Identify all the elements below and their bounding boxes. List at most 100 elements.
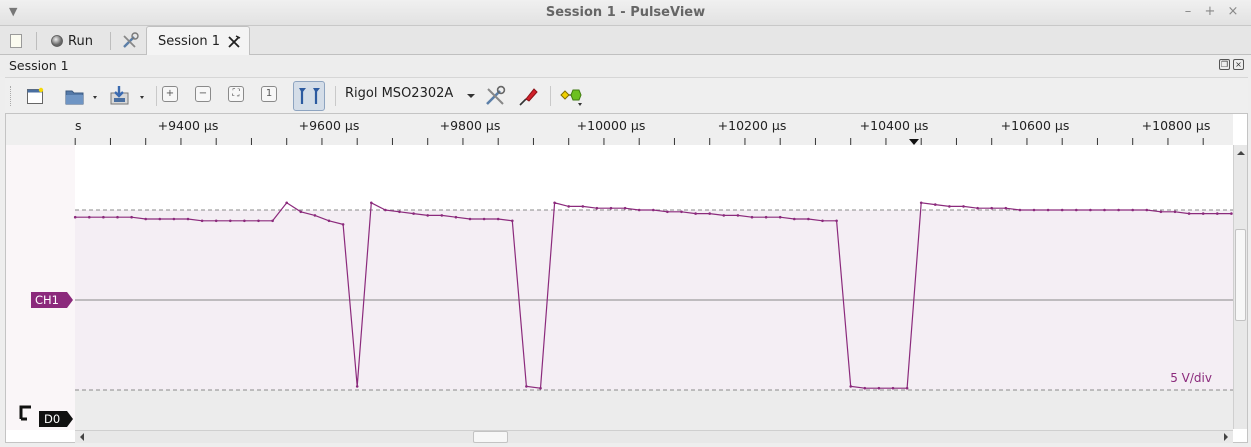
zoom-one-to-one-button[interactable]: 1 [261,86,277,102]
cursor-icon [299,88,320,104]
ch1-sample-point [962,205,965,208]
ch1-sample-point [722,214,726,217]
ch1-sample-point [1018,208,1022,212]
window-titlebar: ▼ Session 1 - PulseView – + × [0,0,1251,26]
ch1-sample-point [807,217,810,221]
ch1-channel-tag[interactable]: CH1 [31,292,73,308]
toolbar-grip [10,86,12,106]
zoom-out-button[interactable]: − [195,86,211,102]
ch1-sample-point [849,385,852,388]
session-tab-label: Session 1 [158,34,221,49]
save-icon [110,86,144,105]
ch1-sample-point [1089,208,1092,212]
d0-channel-tag[interactable]: D0 [19,405,73,427]
decoder-icon [560,89,582,106]
scroll-right-icon[interactable] [1220,431,1232,443]
ch1-sample-point [384,208,387,212]
trace-view: s +9400 µs +9600 µs +9800 µs +10000 µs +… [5,113,1248,443]
device-config-button[interactable] [483,82,507,110]
ch1-sample-point [341,223,345,226]
ch1-sample-point [454,215,458,219]
horizontal-scroll-thumb[interactable] [473,431,508,443]
session-toolbar: + − ⛶ 1 [5,77,1248,113]
probe-icon [519,88,538,106]
ch1-sample-point [511,219,514,223]
zoom-in-icon: + [165,88,175,99]
ch1-sample-point [652,208,655,212]
ch1-sample-point [355,385,359,388]
minimize-button[interactable]: – [1180,4,1196,20]
ruler-label: +9800 µs [439,118,501,133]
scroll-up-icon[interactable] [1235,147,1247,159]
new-view-button[interactable] [23,82,47,110]
settings-button[interactable] [121,30,139,52]
ruler-label: +10400 µs [859,118,929,133]
close-window-button[interactable]: × [1225,4,1241,20]
horizontal-scrollbar[interactable] [75,430,1233,443]
vertical-scrollbar[interactable] [1233,145,1247,429]
ch1-sample-point [172,217,176,221]
new-session-button[interactable] [8,30,24,52]
run-label: Run [68,33,93,49]
ch1-sample-point [1159,210,1163,214]
zoom-fit-button[interactable]: ⛶ [228,86,244,102]
ch1-sample-point [821,219,824,223]
ch1-sample-point [623,206,627,210]
ch1-sample-point [440,214,444,217]
ch1-sample-point [468,217,472,221]
ch1-sample-point [680,210,683,214]
ch1-sample-point [525,385,528,388]
ch1-sample-point [736,214,740,217]
ch1-sample-point [764,215,768,219]
ch1-sample-point [1103,208,1106,212]
save-button[interactable] [106,82,150,110]
tools-icon [486,85,506,105]
ch1-sample-point [313,214,317,217]
zoom-in-button[interactable]: + [162,86,178,102]
ch1-sample-point [299,210,303,214]
cursor-toggle-button[interactable] [293,81,325,111]
ch1-sample-point [863,386,867,390]
ch1-sample-point [905,386,909,390]
open-button[interactable] [62,82,102,110]
ch1-sample-point [1145,208,1149,212]
close-tab-icon[interactable] [227,34,241,49]
scroll-left-icon[interactable] [76,431,88,443]
add-decoder-button[interactable] [558,82,586,110]
dock-close-icon[interactable]: × [1233,59,1244,70]
run-button[interactable]: Run [50,30,93,52]
maximize-button[interactable]: + [1202,4,1218,20]
ruler-label: +10000 µs [576,118,646,133]
ch1-sample-point [1187,212,1191,215]
trace-empty-area [75,145,1233,210]
ch1-sample-point [567,205,570,208]
ruler-label: +9600 µs [298,118,360,133]
time-ruler[interactable]: s +9400 µs +9600 µs +9800 µs +10000 µs +… [6,114,1233,145]
toolbar-divider [335,86,336,106]
tab-session-1[interactable]: Session 1 [146,26,250,56]
ch1-sample-point [1201,212,1205,215]
vertical-scroll-thumb[interactable] [1235,229,1246,321]
ch1-sample-point [666,210,669,214]
ch1-sample-point [976,206,979,210]
ch1-sample-point [1046,208,1050,212]
ch1-sample-point [257,219,260,223]
ch1-sample-point [595,206,599,210]
toolbar-divider [110,32,111,50]
ch1-label: CH1 [35,293,59,307]
zoom-fit-icon: ⛶ [232,88,240,99]
ruler-label: +9400 µs [157,118,219,133]
ch1-sample-point [398,210,401,214]
ch1-sample-point [778,215,782,219]
probe-config-button[interactable] [516,82,540,110]
ch1-sample-point [1075,208,1078,212]
dock-float-icon[interactable]: ❐ [1219,59,1230,70]
tools-icon [123,32,139,48]
ch1-scale-label: 5 V/div [1170,371,1212,385]
ch1-sample-point [200,219,204,223]
record-icon [51,35,63,47]
toolbar-divider [156,86,157,106]
device-select[interactable]: Rigol MSO2302A [345,86,453,101]
ch1-sample-point [1060,208,1064,212]
device-dropdown-arrow[interactable] [466,82,476,110]
